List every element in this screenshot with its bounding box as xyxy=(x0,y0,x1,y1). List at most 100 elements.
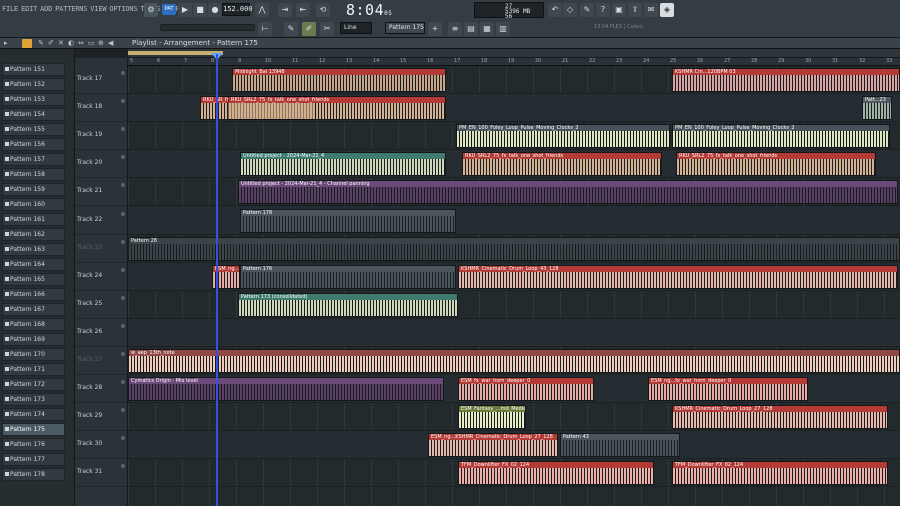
playlist-clip[interactable]: ESM_Fantasy_...md_Medieval xyxy=(458,405,526,430)
pattern-item[interactable]: Pattern 158 xyxy=(2,168,65,181)
pattern-item[interactable]: Pattern 173 xyxy=(2,393,65,406)
magnet-icon[interactable] xyxy=(22,39,32,48)
pattern-item[interactable]: Pattern 155 xyxy=(2,123,65,136)
slice-tool-icon[interactable]: ✂ xyxy=(320,22,334,36)
track-header[interactable]: Track 30 xyxy=(75,431,128,460)
playlist-clip[interactable]: Untitled project - 2024-Mar-21_4 xyxy=(240,152,446,177)
pattern-item[interactable]: Pattern 163 xyxy=(2,243,65,256)
playlist-clip[interactable]: ESM_fx_war_horn_deeper_0 xyxy=(458,377,594,402)
track-header[interactable]: Track 24 xyxy=(75,263,128,291)
pattern-song-toggle[interactable]: PAT xyxy=(162,4,176,15)
track-mute-led[interactable] xyxy=(121,295,125,300)
track-header[interactable]: Track 17 xyxy=(75,66,128,95)
track-mute-led[interactable] xyxy=(121,464,125,469)
playlist-clip[interactable]: KSHMR_Cinematic_Drum_Loop_27_128 xyxy=(672,405,888,430)
pattern-item[interactable]: Pattern 172 xyxy=(2,378,65,391)
pattern-item[interactable]: Pattern 162 xyxy=(2,228,65,241)
track-mute-led[interactable] xyxy=(121,183,125,188)
playlist-lanes[interactable]: Midnight_Bal 13948 KSHMR Cin...120BPM 03 R… xyxy=(128,66,900,506)
playlist-clip[interactable]: Cymatics Origin - Mix level xyxy=(128,377,444,402)
metronome-icon[interactable]: ⋀ xyxy=(255,3,269,17)
playlist-clip[interactable]: RKU_SRL2_75_fx_talk_one_shot_friends xyxy=(676,152,876,177)
play-icon[interactable]: ▶ xyxy=(178,3,192,17)
playlist-clip[interactable]: Pattern 173 (consolidated) xyxy=(238,292,458,317)
pointer-tool-icon[interactable]: ▸ xyxy=(4,39,8,47)
playlist-clip[interactable]: PM_EN_100_Foley_Loop_Pulse_Moving_Clocks… xyxy=(672,124,890,149)
menu-view[interactable]: VIEW xyxy=(90,5,106,13)
pattern-item[interactable]: Pattern 164 xyxy=(2,258,65,271)
pencil-tool-icon[interactable]: ✎ xyxy=(38,39,44,47)
track-header[interactable]: Track 31 xyxy=(75,459,128,488)
pattern-item[interactable]: Pattern 151 xyxy=(2,63,65,76)
playlist-clip[interactable]: TFM_Downlifter_FX_02_124 xyxy=(458,461,654,486)
pattern-item[interactable]: Pattern 174 xyxy=(2,408,65,421)
pattern-item[interactable]: Pattern 154 xyxy=(2,108,65,121)
track-mute-led[interactable] xyxy=(121,239,125,244)
pattern-item[interactable]: Pattern 169 xyxy=(2,333,65,346)
track-header[interactable]: Track 29 xyxy=(75,403,128,432)
track-header[interactable]: Track 23 xyxy=(75,235,128,263)
track-header[interactable]: Track 20 xyxy=(75,150,128,179)
help-icon[interactable]: ? xyxy=(596,3,610,17)
piano-roll-icon[interactable]: ▤ xyxy=(464,22,478,36)
track-header[interactable]: Track 27 xyxy=(75,347,128,376)
playlist-clip[interactable]: Untitled project - 2024-Mar-21_4 - Chann… xyxy=(238,180,898,205)
playlist-clip[interactable]: ESM_ng...fx_war_horn_deeper_0 xyxy=(648,377,808,402)
playlist-clip[interactable]: Patt...23 xyxy=(862,96,892,121)
paint-tool-icon[interactable]: ✐ xyxy=(302,22,316,36)
track-mute-led[interactable] xyxy=(121,408,125,413)
pattern-item[interactable]: Pattern 156 xyxy=(2,138,65,151)
zoom-tool-icon[interactable]: ⊕ xyxy=(98,39,104,47)
track-mute-led[interactable] xyxy=(121,436,125,441)
playlist-clip[interactable]: Pattern 178 xyxy=(240,208,456,233)
time-marker-bar[interactable] xyxy=(128,49,900,58)
menu-edit[interactable]: EDIT xyxy=(21,5,37,13)
playlist-clip[interactable]: KSHMR Cin...120BPM 03 xyxy=(672,68,900,93)
export-icon[interactable]: ⇪ xyxy=(628,3,642,17)
track-mute-led[interactable] xyxy=(121,352,125,356)
loop-record-icon[interactable]: ⟲ xyxy=(316,3,330,17)
pattern-item[interactable]: Pattern 152 xyxy=(2,78,65,91)
playlist-clip[interactable]: RKU_SRL2_75_fx_talk_one_shot_friends xyxy=(228,96,446,121)
playlist-clip[interactable]: w_aep_13th_note xyxy=(128,349,900,374)
save-icon[interactable]: ▣ xyxy=(612,3,626,17)
chat-icon[interactable]: ✉ xyxy=(644,3,658,17)
track-header[interactable]: Track 25 xyxy=(75,291,128,319)
settings-icon[interactable]: ⚙ xyxy=(144,3,158,17)
playhead[interactable] xyxy=(216,54,218,506)
pattern-item[interactable]: Pattern 171 xyxy=(2,363,65,376)
pattern-item[interactable]: Pattern 153 xyxy=(2,93,65,106)
wait-icon[interactable]: ⇥ xyxy=(278,3,292,17)
playlist-clip[interactable]: RKU_SRL2_75_fx_talk_one_shot_friends xyxy=(462,152,662,177)
track-lane[interactable] xyxy=(128,318,900,347)
snap-icon[interactable]: ⊢ xyxy=(258,22,272,36)
track-mute-led[interactable] xyxy=(121,99,125,104)
menu-add[interactable]: ADD xyxy=(40,5,52,13)
pattern-item[interactable]: Pattern 165 xyxy=(2,273,65,286)
brush-tool-icon[interactable]: ✐ xyxy=(48,39,54,47)
pattern-item[interactable]: Pattern 177 xyxy=(2,453,65,466)
snap-selector[interactable]: Line xyxy=(340,22,372,34)
loop-range[interactable] xyxy=(128,51,223,55)
track-mute-led[interactable] xyxy=(121,323,125,328)
delete-tool-icon[interactable]: ✕ xyxy=(58,39,64,47)
pattern-selector[interactable]: Pattern 175 xyxy=(385,22,425,34)
record-icon[interactable]: ● xyxy=(208,3,222,17)
track-mute-led[interactable] xyxy=(121,71,125,75)
select-tool-icon[interactable]: ▭ xyxy=(88,39,95,47)
pattern-item[interactable]: Pattern 168 xyxy=(2,318,65,331)
channel-rack-icon[interactable]: ▦ xyxy=(480,22,494,36)
countdown-icon[interactable]: ⇤ xyxy=(296,3,310,17)
mute-tool-icon[interactable]: ◐ xyxy=(68,39,74,47)
tempo-tap-icon[interactable]: ◇ xyxy=(563,3,577,17)
draw-tool-icon[interactable]: ✎ xyxy=(284,22,298,36)
menu-file[interactable]: FILE xyxy=(2,5,18,13)
pattern-item[interactable]: Pattern 178 xyxy=(2,468,65,481)
track-mute-led[interactable] xyxy=(121,155,125,160)
playlist-clip[interactable]: Pattern 43 xyxy=(560,433,680,458)
track-header[interactable]: Track 22 xyxy=(75,207,128,235)
pattern-item[interactable]: Pattern 161 xyxy=(2,213,65,226)
add-pattern-icon[interactable]: + xyxy=(428,22,442,36)
master-volume-slider[interactable] xyxy=(160,24,255,31)
pattern-item[interactable]: Pattern 166 xyxy=(2,288,65,301)
